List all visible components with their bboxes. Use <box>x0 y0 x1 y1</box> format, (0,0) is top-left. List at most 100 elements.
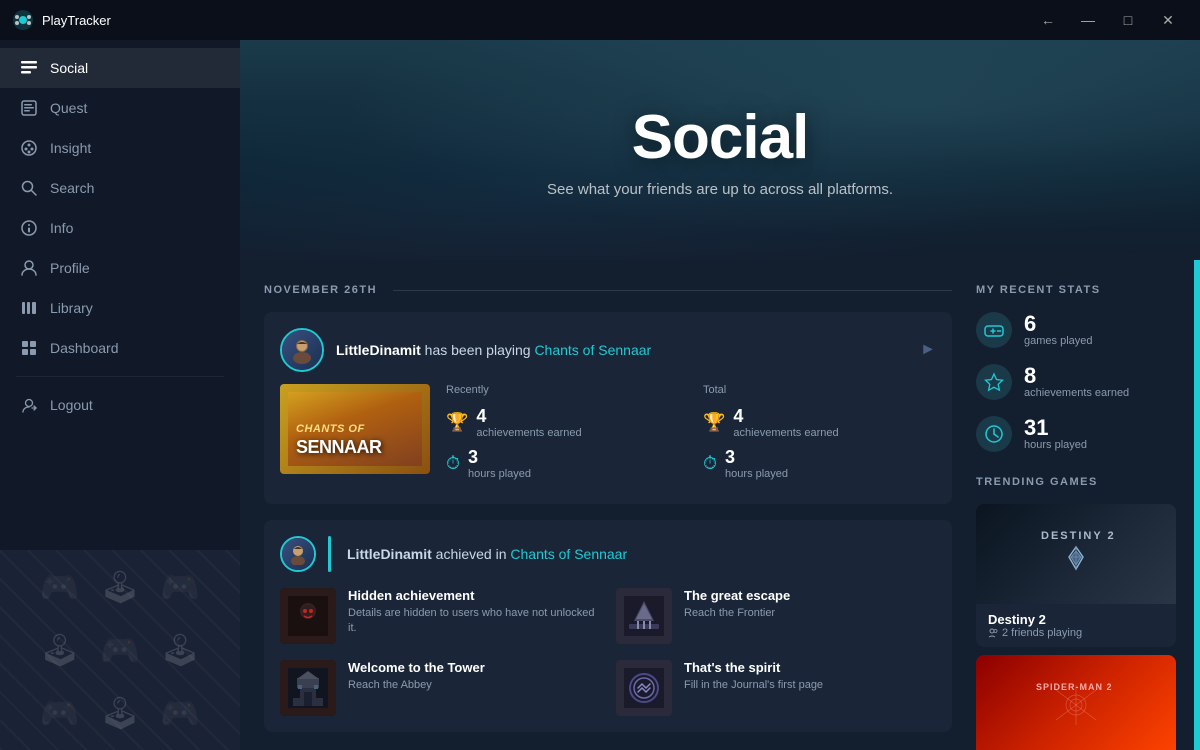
games-played-icon <box>976 312 1012 348</box>
achievement-desc-hidden: Details are hidden to users who have not… <box>348 606 600 637</box>
achievement-name-hidden: Hidden achievement <box>348 588 600 603</box>
destiny-name: Destiny 2 <box>988 612 1082 627</box>
achievement-info-spirit: That's the spirit Fill in the Journal's … <box>684 660 823 693</box>
sidebar-label-dashboard: Dashboard <box>50 340 119 356</box>
section-date-label: NOVEMBER 26TH <box>264 284 377 296</box>
art-icon-9: 🎮 <box>160 694 200 732</box>
social-icon <box>20 59 38 77</box>
minimize-button[interactable]: — <box>1068 0 1108 40</box>
titlebar-left: PlayTracker <box>12 9 111 31</box>
achiever-avatar-image <box>282 538 314 570</box>
activity-body: chants of SENNAAR Recently 🏆 <box>280 384 936 488</box>
sidebar-item-dashboard[interactable]: Dashboard <box>0 328 240 368</box>
stat-achievements-num: 8 <box>1024 365 1129 387</box>
recent-stats-title: MY RECENT STATS <box>976 284 1176 296</box>
sidebar: Social Quest <box>0 40 240 750</box>
destiny-meta: 2 friends playing <box>988 627 1082 639</box>
activity-header: LittleDinamit has been playing Chants of… <box>280 328 936 372</box>
close-button[interactable]: ✕ <box>1148 0 1188 40</box>
game-cover-chants[interactable]: chants of SENNAAR <box>280 384 430 474</box>
sidebar-item-social[interactable]: Social <box>0 48 240 88</box>
stat-item-hours: 31 hours played <box>976 416 1176 452</box>
quest-icon <box>20 99 38 117</box>
sidebar-label-search: Search <box>50 180 94 196</box>
main-content: Social See what your friends are up to a… <box>240 40 1200 750</box>
achievement-item-1: The great escape Reach the Frontier <box>616 588 936 644</box>
recently-achievements-num: 4 <box>476 406 581 427</box>
achiever-avatar[interactable] <box>280 536 316 572</box>
art-icon-5: 🎮 <box>100 631 140 669</box>
sidebar-label-profile: Profile <box>50 260 90 276</box>
stat-hours-info: 31 hours played <box>1024 417 1087 451</box>
clock-icon-total: ⏱ <box>703 453 717 474</box>
sidebar-item-logout[interactable]: Logout <box>0 385 240 425</box>
main-layout: Social Quest <box>0 40 1200 750</box>
achievement-name-escape: The great escape <box>684 588 790 603</box>
maximize-button[interactable]: □ <box>1108 0 1148 40</box>
activity-action: has been playing <box>425 342 535 358</box>
sidebar-label-logout: Logout <box>50 397 93 413</box>
recently-hours-num: 3 <box>468 447 531 468</box>
stat-games-label: games played <box>1024 335 1093 347</box>
sidebar-divider <box>16 376 224 377</box>
total-achievements-label: achievements earned <box>733 427 838 439</box>
sidebar-item-quest[interactable]: Quest <box>0 88 240 128</box>
sidebar-item-search[interactable]: Search <box>0 168 240 208</box>
trophy-icon-recently: 🏆 <box>446 412 468 433</box>
destiny-friends: 2 friends playing <box>1002 627 1082 639</box>
stat-achievements-label: achievements earned <box>1024 387 1129 399</box>
trending-title: TRENDING GAMES <box>976 476 1176 488</box>
achievements-card: LittleDinamit achieved in Chants of Senn… <box>264 520 952 732</box>
achievement-item-3: That's the spirit Fill in the Journal's … <box>616 660 936 716</box>
trending-card-spiderman[interactable]: SPIDER-MAN 2 <box>976 655 1176 750</box>
spiderman-cover: SPIDER-MAN 2 <box>976 655 1176 750</box>
destiny-card-info: Destiny 2 2 friends playing <box>976 604 1176 647</box>
sidebar-nav: Social Quest <box>0 40 240 550</box>
dashboard-icon <box>20 339 38 357</box>
app-logo-icon <box>12 9 34 31</box>
art-icon-1: 🎮 <box>40 568 80 606</box>
stat-item-games: 6 games played <box>976 312 1176 348</box>
hero-section: Social See what your friends are up to a… <box>240 40 1200 260</box>
stat-hours-label: hours played <box>1024 439 1087 451</box>
app-title: PlayTracker <box>42 13 111 28</box>
trophy-icon-total: 🏆 <box>703 412 725 433</box>
back-button[interactable]: ← <box>1028 0 1068 40</box>
sidebar-item-insight[interactable]: Insight <box>0 128 240 168</box>
recently-label: Recently <box>446 384 679 396</box>
achievement-icon-hidden <box>280 588 336 644</box>
stats-col-total: Total 🏆 4 achievements earned ⏱ <box>703 384 936 488</box>
sidebar-item-library[interactable]: Library <box>0 288 240 328</box>
art-icon-2: 🕹 <box>100 568 141 606</box>
sidebar-item-info[interactable]: Info <box>0 208 240 248</box>
art-icon-8: 🕹 <box>100 694 141 732</box>
activity-expand-arrow[interactable]: ► <box>920 341 936 359</box>
clock-icon-recently: ⏱ <box>446 453 460 474</box>
sidebar-label-social: Social <box>50 60 88 76</box>
recently-hours-label: hours played <box>468 468 531 480</box>
titlebar: PlayTracker ← — □ ✕ <box>0 0 1200 40</box>
achievement-item-2: Welcome to the Tower Reach the Abbey <box>280 660 600 716</box>
activity-game-link[interactable]: Chants of Sennaar <box>534 342 651 358</box>
svg-text:DESTINY 2: DESTINY 2 <box>1041 530 1116 542</box>
stat-games-info: 6 games played <box>1024 313 1093 347</box>
achiever-game-link[interactable]: Chants of Sennaar <box>510 546 627 562</box>
window-controls: ← — □ ✕ <box>1028 0 1188 40</box>
hero-title: Social <box>632 102 809 173</box>
achievements-grid: Hidden achievement Details are hidden to… <box>280 588 936 716</box>
achievement-desc-tower: Reach the Abbey <box>348 678 485 693</box>
avatar-image <box>282 330 322 370</box>
art-icon-7: 🎮 <box>40 694 80 732</box>
user-avatar[interactable] <box>280 328 324 372</box>
art-icon-4: 🕹 <box>39 631 80 669</box>
recently-achievements-row: 🏆 4 achievements earned <box>446 406 679 439</box>
achievements-title: LittleDinamit achieved in Chants of Senn… <box>347 546 627 562</box>
trending-section: TRENDING GAMES DESTINY 2 <box>976 476 1176 750</box>
trending-card-destiny[interactable]: DESTINY 2 Destiny 2 <box>976 504 1176 647</box>
achievement-item-0: Hidden achievement Details are hidden to… <box>280 588 600 644</box>
section-date-line <box>393 290 952 291</box>
stat-achievements-info: 8 achievements earned <box>1024 365 1129 399</box>
friends-icon <box>988 628 998 638</box>
achievement-icon-spirit <box>616 660 672 716</box>
sidebar-item-profile[interactable]: Profile <box>0 248 240 288</box>
